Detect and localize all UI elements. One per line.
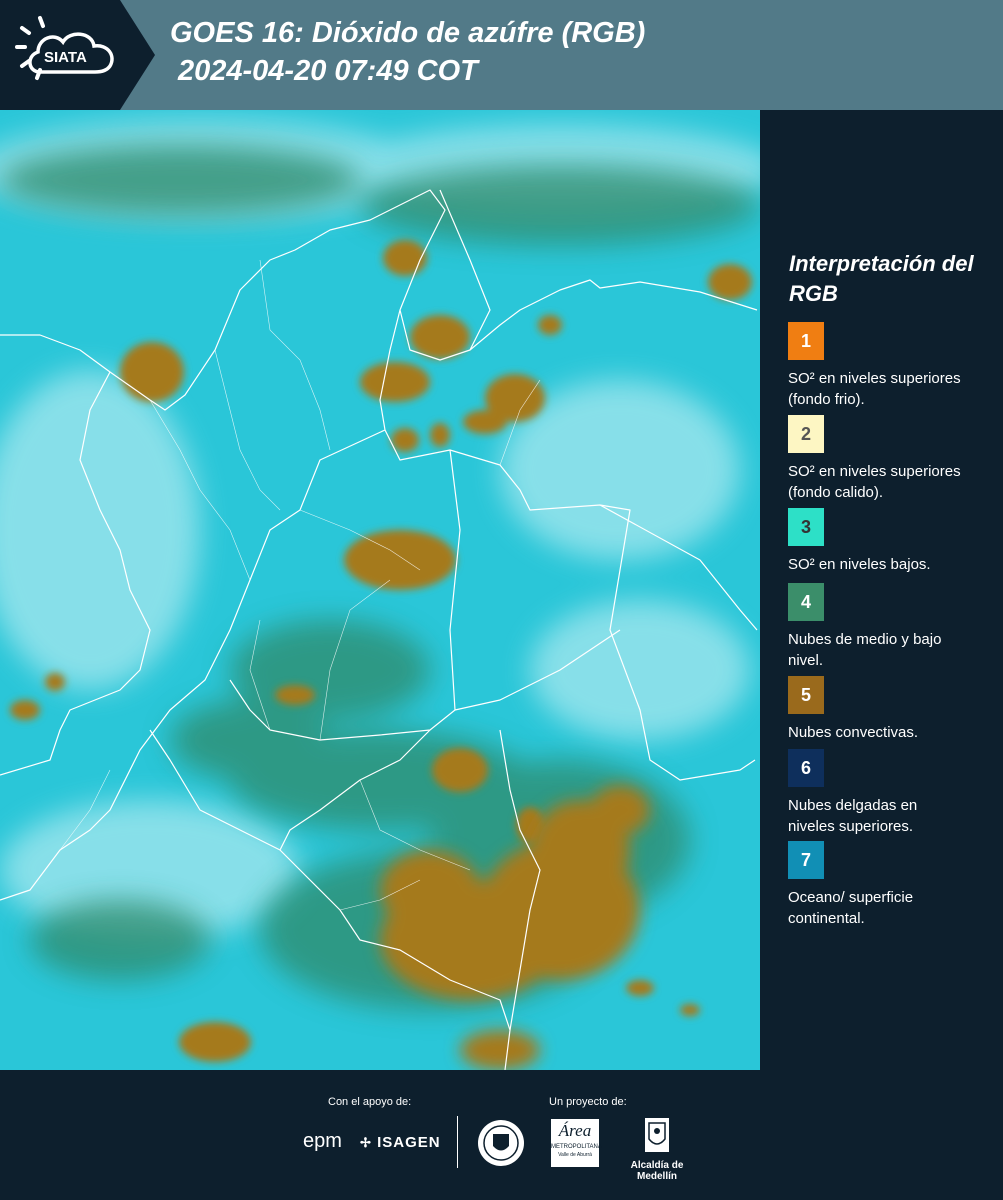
title-product: GOES 16: Dióxido de azúfre (RGB) — [170, 17, 646, 49]
legend-label-7: Oceano/ superficie continental. — [788, 889, 914, 927]
legend-swatch-4: 4 — [788, 583, 824, 621]
page-title: GOES 16: Dióxido de azúfre (RGB) 2024-04… — [170, 14, 645, 90]
area-logo-sub: METROPOLITANA — [551, 1144, 602, 1150]
legend-item-1: 1 SO² en niveles superiores (fondo frio)… — [788, 322, 988, 410]
legend-panel: Interpretación del RGB 1 SO² en niveles … — [760, 110, 1003, 1070]
legend-swatch-1: 1 — [788, 322, 824, 360]
legend-item-7: 7 Oceano/ superficie continental. — [788, 841, 988, 929]
legend-label-1: SO² en niveles superiores (fondo frio). — [788, 370, 961, 408]
alcaldia-shield-icon — [645, 1118, 669, 1152]
siata-logo-badge: SIATA — [0, 0, 155, 110]
medellin-seal-logo — [478, 1120, 524, 1166]
legend-item-6: 6 Nubes delgadas en niveles superiores. — [788, 749, 988, 837]
legend-swatch-6: 6 — [788, 749, 824, 787]
alcaldia-logo: Alcaldía de Medellín — [612, 1117, 702, 1182]
legend-item-5: 5 Nubes convectivas. — [788, 676, 988, 743]
legend-swatch-7: 7 — [788, 841, 824, 879]
legend-swatch-5: 5 — [788, 676, 824, 714]
project-label: Un proyecto de: — [549, 1096, 627, 1108]
legend-swatch-3: 3 — [788, 508, 824, 546]
legend-item-4: 4 Nubes de medio y bajo nivel. — [788, 583, 988, 671]
isagen-text: ISAGEN — [377, 1134, 441, 1151]
legend-item-3: 3 SO² en niveles bajos. — [788, 508, 988, 575]
isagen-icon: ✢ — [360, 1135, 372, 1150]
isagen-logo: ✢ ISAGEN — [360, 1134, 441, 1151]
legend-item-2: 2 SO² en niveles superiores (fondo calid… — [788, 415, 988, 503]
legend-swatch-2: 2 — [788, 415, 824, 453]
logo-text: SIATA — [44, 49, 87, 66]
support-label: Con el apoyo de: — [328, 1096, 412, 1108]
footer-divider — [457, 1116, 458, 1168]
legend-label-2: SO² en niveles superiores (fondo calido)… — [788, 463, 961, 501]
map-canvas — [0, 110, 760, 1070]
alcaldia-text: Alcaldía de Medellín — [630, 1160, 684, 1182]
legend-label-4: Nubes de medio y bajo nivel. — [788, 631, 942, 669]
title-timestamp: 2024-04-20 07:49 COT — [178, 55, 478, 87]
footer-sponsors: Con el apoyo de: Un proyecto de: epm ✢ I… — [0, 1070, 1003, 1200]
legend-title: Interpretación del RGB — [789, 251, 974, 306]
legend-label-5: Nubes convectivas. — [788, 724, 919, 741]
epm-logo: epm — [303, 1130, 342, 1152]
header-bar: SIATA GOES 16: Dióxido de azúfre (RGB) 2… — [0, 0, 1003, 110]
area-metropolitana-logo: Área METROPOLITANA Valle de Aburrá — [551, 1119, 602, 1167]
legend-label-3: SO² en niveles bajos. — [788, 556, 931, 573]
satellite-map — [0, 110, 760, 1070]
legend-label-6: Nubes delgadas en niveles superiores. — [788, 797, 918, 835]
area-logo-word: Área — [558, 1121, 592, 1140]
area-logo-sub2: Valle de Aburrá — [558, 1152, 592, 1158]
siata-logo: SIATA — [0, 0, 155, 110]
